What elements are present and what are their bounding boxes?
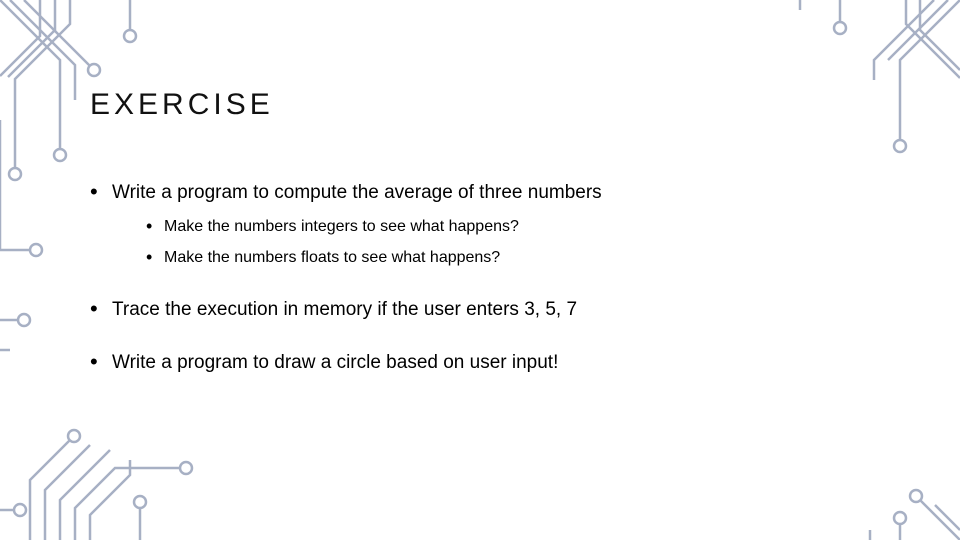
circuit-decoration-top-right bbox=[760, 0, 960, 200]
bullet-item-3: Write a program to draw a circle based o… bbox=[90, 350, 870, 376]
circuit-decoration-bottom-left bbox=[0, 420, 260, 540]
bullet-sub-list: Make the numbers integers to see what ha… bbox=[112, 216, 870, 269]
bullet-item-3-text: Write a program to draw a circle based o… bbox=[112, 352, 558, 373]
bullet-sub-item-1: Make the numbers integers to see what ha… bbox=[146, 216, 870, 238]
bullet-item-2: Trace the execution in memory if the use… bbox=[90, 297, 870, 323]
bullet-item-1-text: Write a program to compute the average o… bbox=[112, 182, 602, 203]
slide-title: EXERCISE bbox=[90, 88, 274, 122]
bullet-sub-item-1-text: Make the numbers integers to see what ha… bbox=[164, 218, 519, 235]
bullet-sub-item-2: Make the numbers floats to see what happ… bbox=[146, 247, 870, 269]
slide: EXERCISE Write a program to compute the … bbox=[0, 0, 960, 540]
bullet-list: Write a program to compute the average o… bbox=[90, 180, 870, 376]
circuit-decoration-left-mid bbox=[0, 310, 40, 370]
bullet-sub-item-2-text: Make the numbers floats to see what happ… bbox=[164, 249, 500, 266]
bullet-item-2-text: Trace the execution in memory if the use… bbox=[112, 299, 577, 320]
bullet-item-1: Write a program to compute the average o… bbox=[90, 180, 870, 269]
circuit-decoration-bottom-right bbox=[840, 460, 960, 540]
slide-content: Write a program to compute the average o… bbox=[90, 180, 870, 404]
